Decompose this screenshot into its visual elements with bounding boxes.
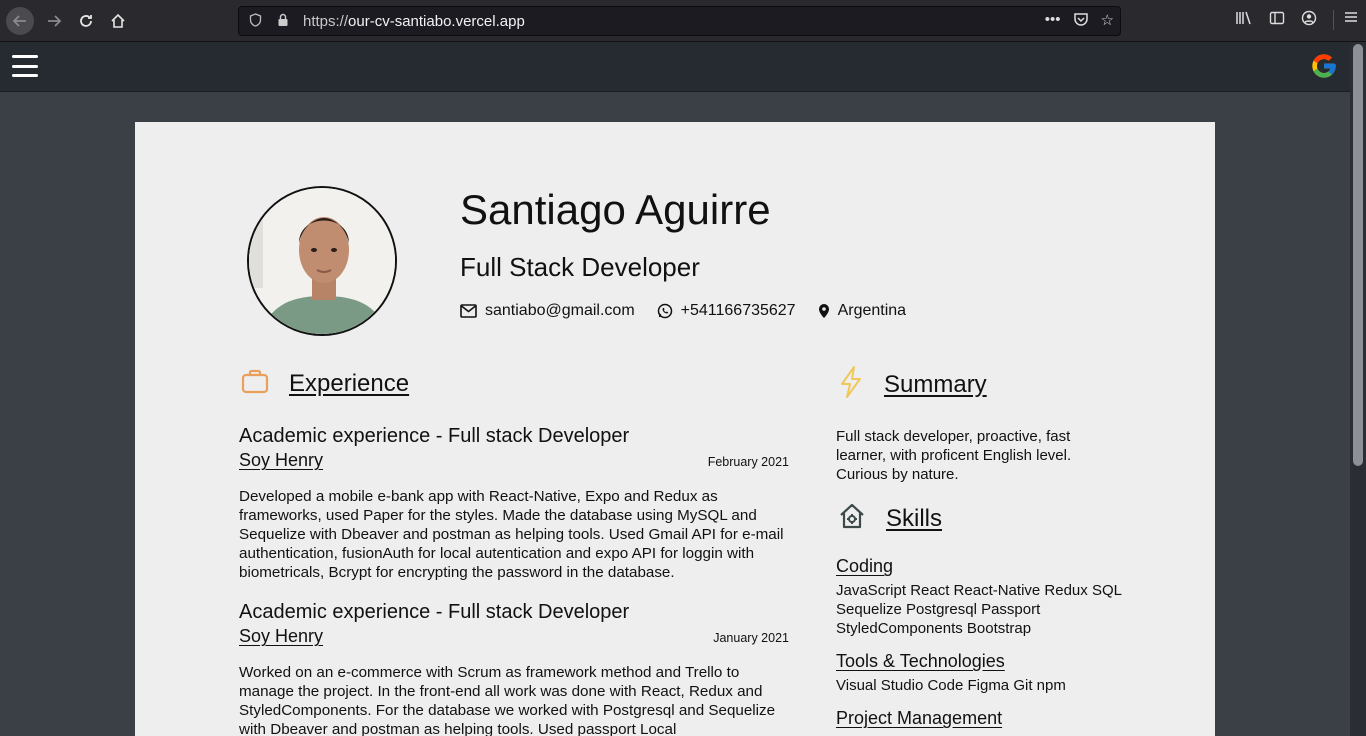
house-gear-icon [838, 502, 866, 535]
home-icon [111, 13, 125, 28]
home-button[interactable] [104, 7, 132, 35]
experience-item: Academic experience - Full stack Develop… [239, 601, 789, 736]
job-description: Developed a mobile e-bank app with React… [239, 488, 784, 581]
url-text: https://our-cv-santiabo.vercel.app [303, 13, 525, 30]
job-title: Academic experience - Full stack Develop… [239, 601, 630, 623]
arrow-right-icon [48, 15, 62, 27]
job-date: January 2021 [713, 631, 789, 645]
back-button[interactable] [6, 7, 34, 35]
profile-name: Santiago Aguirre [460, 186, 771, 233]
company-link[interactable]: Soy Henry [239, 626, 323, 647]
skill-group-items: Visual Studio Code Figma Git npm [836, 677, 1066, 694]
experience-heading: Experience [289, 369, 410, 397]
whatsapp-icon [657, 303, 672, 319]
pocket-icon[interactable] [1073, 11, 1089, 31]
app-header [0, 42, 1350, 92]
avatar [247, 186, 397, 336]
skill-group-tools: Tools & Technologies Visual Studio Code … [836, 651, 1126, 695]
company-link[interactable]: Soy Henry [239, 450, 323, 471]
account-icon[interactable] [1301, 10, 1317, 30]
browser-toolbar: https://our-cv-santiabo.vercel.app ••• ☆ [0, 0, 1366, 42]
experience-section-title: Experience [241, 368, 409, 399]
google-login-icon[interactable] [1310, 52, 1338, 80]
contact-info: santiabo@gmail.com +541166735627 Argenti… [460, 302, 928, 320]
skill-group-title: Tools & Technologies [836, 651, 1005, 671]
phone-text: +541166735627 [680, 302, 796, 319]
forward-button[interactable] [40, 7, 68, 35]
page-scrollbar[interactable] [1350, 42, 1366, 736]
summary-section-title: Summary [838, 365, 987, 404]
menu-icon[interactable] [1333, 10, 1358, 30]
contact-phone[interactable]: +541166735627 [657, 302, 796, 320]
bookmark-star-icon[interactable]: ☆ [1101, 11, 1114, 31]
lightning-bolt-icon [838, 365, 864, 404]
job-title: Academic experience - Full stack Develop… [239, 425, 630, 447]
lock-icon[interactable] [277, 13, 293, 30]
hamburger-menu-icon[interactable] [12, 55, 38, 77]
tracking-shield-icon[interactable] [249, 12, 265, 30]
summary-text: Full stack developer, proactive, fast le… [836, 428, 1072, 483]
skills-section-title: Skills [838, 502, 942, 535]
address-bar[interactable]: https://our-cv-santiabo.vercel.app ••• ☆ [238, 6, 1121, 36]
sidebar-icon[interactable] [1269, 10, 1285, 30]
location-text: Argentina [837, 302, 907, 319]
summary-heading: Summary [884, 370, 987, 398]
location-pin-icon [818, 304, 829, 318]
skill-group-items: JavaScript React React-Native Redux SQL … [836, 582, 1122, 637]
library-icon[interactable] [1235, 10, 1253, 30]
reload-button[interactable] [72, 7, 100, 35]
skill-group-project-management: Project Management [836, 708, 1126, 729]
mail-icon [460, 304, 477, 318]
job-description: Worked on an e-commerce with Scrum as fr… [239, 664, 776, 736]
url-host: our-cv-santiabo.vercel.app [348, 12, 525, 30]
cv-card: Santiago Aguirre Full Stack Developer sa… [135, 122, 1215, 736]
page-actions-icon[interactable]: ••• [1045, 11, 1061, 31]
reload-icon [80, 15, 92, 27]
email-text: santiabo@gmail.com [485, 302, 635, 319]
contact-email[interactable]: santiabo@gmail.com [460, 302, 635, 320]
profile-role: Full Stack Developer [460, 252, 700, 282]
url-scheme: https:// [303, 12, 349, 30]
skill-group-coding: Coding JavaScript React React-Native Red… [836, 556, 1126, 638]
job-date: February 2021 [707, 455, 789, 469]
skills-heading: Skills [886, 504, 943, 532]
arrow-left-icon [12, 15, 26, 27]
contact-location: Argentina [818, 302, 907, 320]
scrollbar-thumb[interactable] [1353, 44, 1363, 466]
skill-group-title: Coding [836, 556, 894, 576]
skill-group-title: Project Management [836, 708, 1003, 728]
experience-item: Academic experience - Full stack Develop… [239, 425, 789, 582]
briefcase-icon [241, 368, 269, 399]
